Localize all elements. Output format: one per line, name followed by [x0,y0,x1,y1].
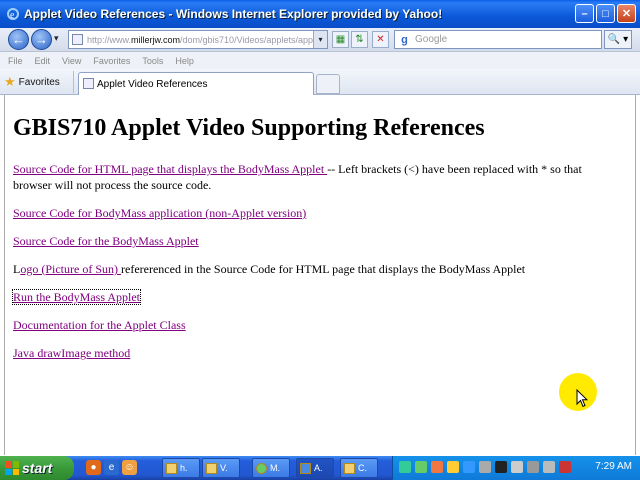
link-bodymass-applet-source[interactable]: Source Code for the BodyMass Applet [13,234,199,248]
taskbar-item-h[interactable]: h. [162,458,200,478]
tray-icon[interactable] [463,461,475,473]
tab-title: Applet Video References [97,78,208,90]
close-button[interactable]: ✕ [617,4,636,23]
favorites-bar: ★ Favorites Applet Video References [0,69,640,95]
tray-icon[interactable] [415,461,427,473]
tray-icon[interactable] [511,461,523,473]
tray-icon[interactable] [495,461,507,473]
link-run-applet[interactable]: Run the BodyMass Applet [11,289,142,305]
taskbar-item-c[interactable]: C. [340,458,378,478]
start-label: start [22,460,53,476]
messenger-icon[interactable]: ☺ [122,460,137,475]
navigation-bar: ← → ▾ http://www. millerjw.com/dom/gbis71… [0,28,640,52]
tray-icon[interactable] [543,461,555,473]
folder-icon [344,462,355,474]
tray-icon[interactable] [479,461,491,473]
menu-favorites[interactable]: Favorites [93,56,130,66]
window-titlebar: e Applet Video References - Windows Inte… [0,0,640,28]
star-icon: ★ [4,74,16,89]
favorites-button[interactable]: ★ Favorites [4,73,60,91]
paragraph-bodymass-app: Source Code for BodyMass application (no… [13,205,613,221]
maximize-button[interactable]: □ [596,4,615,23]
page-content: GBIS710 Applet Video Supporting Referenc… [4,95,636,455]
address-path: /dom/gbis710/Videos/applets/app [180,34,313,45]
search-placeholder: Google [415,34,448,45]
paragraph-bodymass-applet: Source Code for the BodyMass Applet [13,233,613,249]
menu-bar: File Edit View Favorites Tools Help [0,52,640,69]
refresh-icon[interactable]: ⇅ [351,31,368,48]
link-logo[interactable]: ogo (Picture of Sun) [20,262,121,276]
address-dropdown-icon[interactable]: ▾ [313,31,327,48]
app-icon [256,462,267,474]
menu-view[interactable]: View [62,56,81,66]
taskbar-item-m[interactable]: M. [252,458,290,478]
tray-icon[interactable] [399,461,411,473]
paragraph-text: refererenced in the Source Code for HTML… [121,262,526,276]
address-domain: millerjw.com [131,34,181,45]
favorites-label: Favorites [18,76,60,88]
google-icon: g [401,33,408,46]
taskbar-item-label: C. [358,463,367,473]
tray-icon[interactable] [559,461,571,473]
back-button[interactable]: ← [8,29,29,50]
search-box[interactable]: g Google [394,30,602,49]
page-icon [72,34,83,45]
taskbar-item-label: M. [270,463,280,473]
address-prefix: http://www. [87,34,132,45]
tab-page-icon [83,78,94,89]
tray-icon[interactable] [447,461,459,473]
ie-quicklaunch-icon[interactable]: e [104,460,119,475]
compatibility-icon[interactable]: ▦ [332,31,349,48]
stop-icon[interactable]: ✕ [372,31,389,48]
taskbar-item-label: A. [314,463,323,473]
paragraph-run-applet: Run the BodyMass Applet [11,289,613,305]
page-heading: GBIS710 Applet Video Supporting Referenc… [13,115,485,141]
menu-edit[interactable]: Edit [35,56,51,66]
paragraph-applet-docs: Documentation for the Applet Class [13,317,613,333]
link-drawimage[interactable]: Java drawImage method [13,346,130,360]
history-dropdown-icon[interactable]: ▾ [54,33,59,44]
link-applet-docs[interactable]: Documentation for the Applet Class [13,318,186,332]
paragraph-logo: Logo (Picture of Sun) refererenced in th… [13,261,613,277]
new-tab-button[interactable] [316,74,340,94]
link-bodymass-app-source[interactable]: Source Code for BodyMass application (no… [13,206,306,220]
forward-button[interactable]: → [31,29,52,50]
tray-icon[interactable] [527,461,539,473]
taskbar-item-a[interactable]: A. [296,458,334,478]
divider [73,71,74,93]
taskbar: start ● e ☺ h. V. M. A. C. 7:29 AM [0,456,640,480]
ie-icon [300,462,311,474]
start-button[interactable]: start [0,456,74,480]
folder-icon [166,462,177,474]
ie-logo-icon: e [7,8,19,21]
tab-applet-video-references[interactable]: Applet Video References [78,72,314,95]
taskbar-item-label: V. [220,463,228,473]
taskbar-item-v[interactable]: V. [202,458,240,478]
clock: 7:29 AM [595,461,632,472]
mouse-pointer-icon [576,389,588,408]
system-tray: 7:29 AM [392,456,640,480]
taskbar-item-label: h. [180,463,188,473]
menu-file[interactable]: File [8,56,23,66]
tray-icon[interactable] [431,461,443,473]
window-title: Applet Video References - Windows Intern… [24,7,443,21]
search-button[interactable]: 🔍 ▾ [604,30,632,49]
paragraph-drawimage: Java drawImage method [13,345,613,361]
windows-logo-icon [5,461,19,475]
paragraph-html-source: Source Code for HTML page that displays … [13,161,613,193]
link-html-source[interactable]: Source Code for HTML page that displays … [13,162,327,176]
firefox-icon[interactable]: ● [86,460,101,475]
menu-tools[interactable]: Tools [142,56,163,66]
folder-icon [206,462,217,474]
menu-help[interactable]: Help [175,56,194,66]
minimize-button[interactable]: – [575,4,594,23]
address-bar[interactable]: http://www. millerjw.com/dom/gbis710/Vide… [68,30,328,49]
svg-text:e: e [10,10,15,21]
